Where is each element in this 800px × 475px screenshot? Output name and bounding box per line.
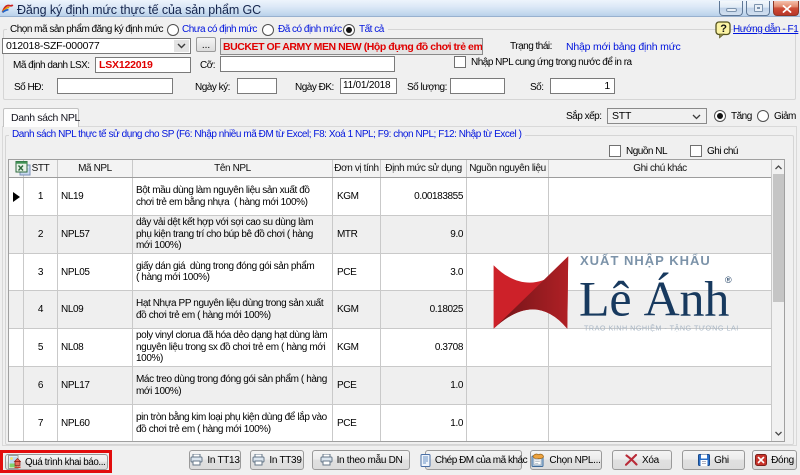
svg-text:?: ? — [720, 23, 727, 35]
svg-text:XUẤT NHẬP KHẨU: XUẤT NHẬP KHẨU — [580, 253, 711, 268]
svg-text:Lê Ánh: Lê Ánh — [579, 271, 729, 327]
svg-text:TRAO KINH NGHIỆM - TẶNG TƯƠN: TRAO KINH NGHIỆM - TẶNG TƯƠNG LAI — [584, 324, 739, 333]
svg-text:®: ® — [725, 275, 732, 285]
